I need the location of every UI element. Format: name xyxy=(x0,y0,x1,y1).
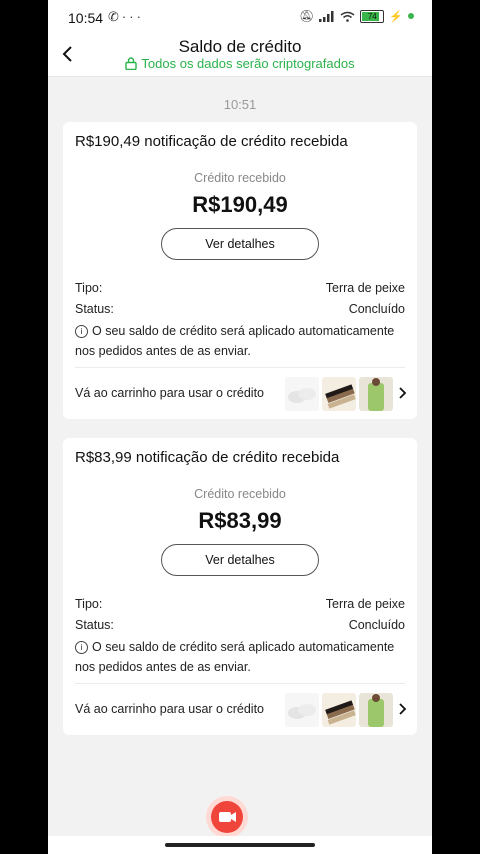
go-to-cart-link[interactable]: Vá ao carrinho para usar o crédito xyxy=(63,685,417,735)
type-label: Tipo: xyxy=(75,281,103,295)
view-details-button[interactable]: Ver detalhes xyxy=(161,228,319,260)
cart-link-label: Vá ao carrinho para usar o crédito xyxy=(75,702,264,716)
product-thumbnail xyxy=(322,377,356,411)
chevron-right-icon xyxy=(399,387,407,399)
battery-icon: 74 xyxy=(360,9,385,23)
credit-amount: R$190,49 xyxy=(192,192,288,217)
product-thumbnail xyxy=(359,693,393,727)
page-title: Saldo de crédito xyxy=(178,37,302,56)
credit-card-notification: R$190,49 notificação de crédito recebida… xyxy=(63,122,417,419)
cart-link-label: Vá ao carrinho para usar o crédito xyxy=(75,386,264,400)
credit-amount: R$83,99 xyxy=(198,508,282,533)
received-label: Crédito recebido xyxy=(194,171,286,185)
card-title: R$190,49 notificação de crédito recebida xyxy=(75,133,348,150)
view-details-button[interactable]: Ver detalhes xyxy=(161,544,319,576)
message-timestamp: 10:51 xyxy=(223,97,257,112)
product-thumbnail xyxy=(285,693,319,727)
product-thumbnail xyxy=(359,377,393,411)
signal-icon xyxy=(319,10,334,22)
credit-card-notification: R$83,99 notificação de crédito recebida … xyxy=(63,438,417,735)
received-label: Crédito recebido xyxy=(194,487,286,501)
status-value: Concluído xyxy=(348,302,405,316)
phone-screen: 10:54 ✆··· 🔕︎ 74 ⚡ Saldo de crédito Todo… xyxy=(48,0,432,854)
info-icon: i xyxy=(75,325,88,338)
encryption-notice: Todos os dados serão criptografados xyxy=(48,56,432,71)
divider xyxy=(75,683,405,684)
chevron-right-icon xyxy=(399,703,407,715)
type-value: Terra de peixe xyxy=(325,281,405,295)
gesture-nav-bar xyxy=(48,836,432,854)
status-time: 10:54 xyxy=(68,10,104,26)
video-icon xyxy=(219,812,236,822)
type-label: Tipo: xyxy=(75,597,103,611)
video-record-button[interactable] xyxy=(206,796,248,838)
status-value: Concluído xyxy=(348,618,405,632)
credit-note: iO seu saldo de crédito será aplicado au… xyxy=(75,324,395,358)
whatsapp-icon: ✆ xyxy=(108,9,122,24)
credit-note: iO seu saldo de crédito será aplicado au… xyxy=(75,640,395,674)
status-label: Status: xyxy=(75,302,114,316)
more-icon: ··· xyxy=(121,9,144,24)
card-title: R$83,99 notificação de crédito recebida xyxy=(75,449,340,466)
type-value: Terra de peixe xyxy=(325,597,405,611)
wifi-icon xyxy=(340,11,355,22)
go-to-cart-link[interactable]: Vá ao carrinho para usar o crédito xyxy=(63,369,417,419)
divider xyxy=(75,367,405,368)
product-thumbnail xyxy=(322,693,356,727)
status-bar: 10:54 ✆··· 🔕︎ 74 ⚡ xyxy=(48,0,432,34)
home-indicator[interactable] xyxy=(165,843,315,847)
product-thumbnail xyxy=(285,377,319,411)
mute-icon: 🔕︎ xyxy=(299,9,315,23)
header: Saldo de crédito Todos os dados serão cr… xyxy=(48,34,432,77)
lock-icon xyxy=(125,57,138,71)
status-label: Status: xyxy=(75,618,114,632)
info-icon: i xyxy=(75,641,88,654)
